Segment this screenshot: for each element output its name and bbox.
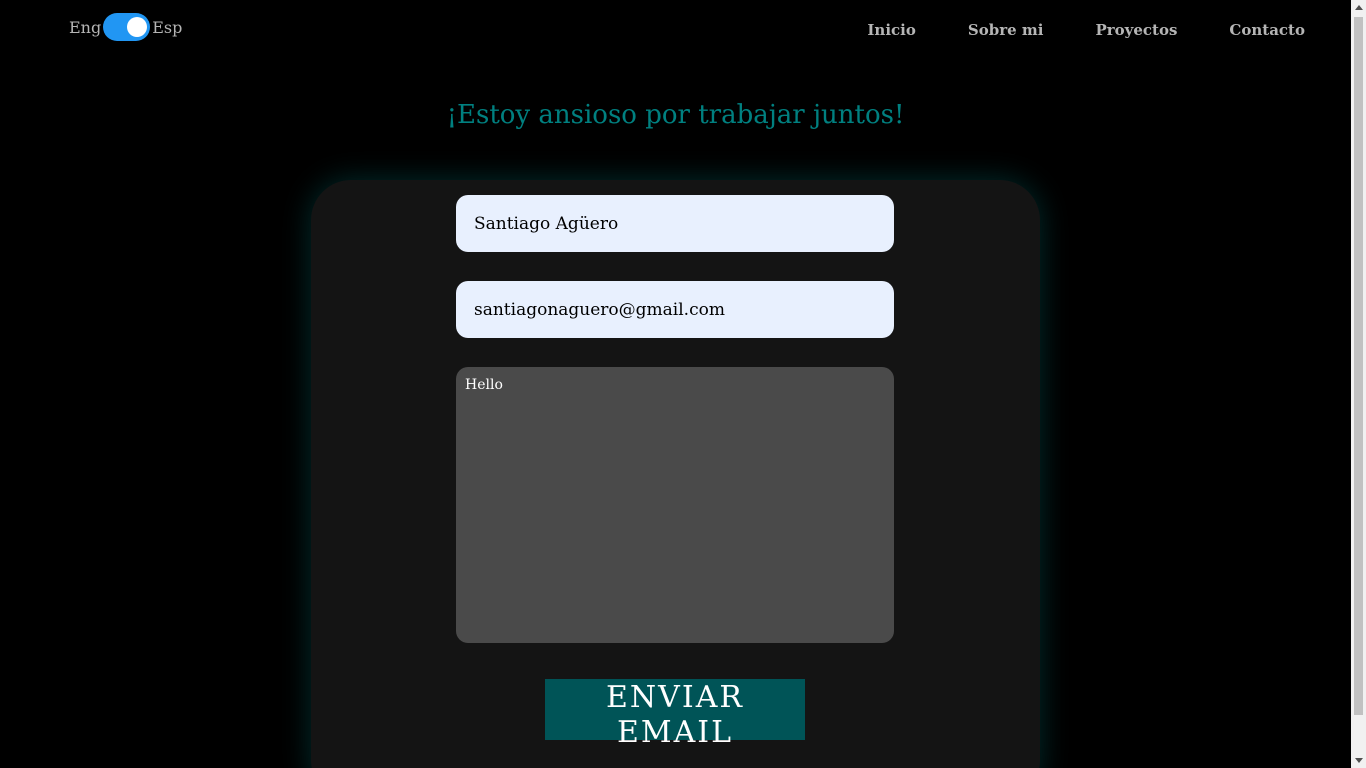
contact-form: Hello ENVIAR EMAIL <box>311 180 1040 768</box>
message-field[interactable]: Hello <box>456 367 894 643</box>
nav-item-sobre-mi[interactable]: Sobre mi <box>968 21 1044 39</box>
main-nav: Inicio Sobre mi Proyectos Contacto <box>815 21 1305 39</box>
language-toggle: Eng Esp <box>69 13 182 41</box>
page-heading: ¡Estoy ansioso por trabajar juntos! <box>446 100 905 130</box>
nav-item-proyectos[interactable]: Proyectos <box>1095 21 1177 39</box>
language-switch[interactable] <box>103 13 151 41</box>
scroll-down-arrow-icon[interactable] <box>1355 758 1363 763</box>
nav-item-inicio[interactable]: Inicio <box>867 21 915 39</box>
language-label-eng: Eng <box>69 17 102 37</box>
nav-item-contacto[interactable]: Contacto <box>1229 21 1305 39</box>
switch-knob <box>127 17 148 37</box>
contact-page: Eng Esp Inicio Sobre mi Proyectos Contac… <box>0 0 1366 768</box>
scroll-up-arrow-icon[interactable] <box>1355 5 1363 10</box>
name-field[interactable] <box>456 195 894 252</box>
page-scrollbar[interactable] <box>1351 0 1366 768</box>
scrollbar-thumb[interactable] <box>1354 17 1363 715</box>
email-field[interactable] <box>456 281 894 338</box>
send-email-button[interactable]: ENVIAR EMAIL <box>545 679 805 750</box>
language-label-esp: Esp <box>152 17 183 37</box>
